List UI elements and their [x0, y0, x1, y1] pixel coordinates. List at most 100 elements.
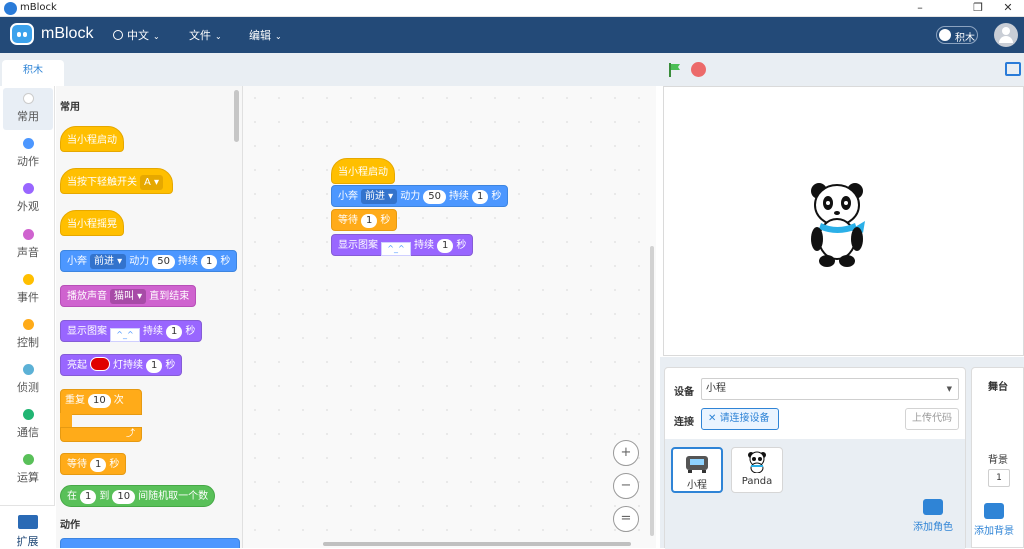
green-flag-icon[interactable]: [667, 62, 683, 78]
block-motion-partial[interactable]: [60, 538, 240, 548]
workspace-vscrollbar[interactable]: [650, 246, 654, 536]
plug-icon: ✕: [708, 413, 720, 424]
block-play-sound[interactable]: 播放声音 猫叫 ▾ 直到结束: [60, 285, 197, 307]
power-input[interactable]: 50: [423, 190, 446, 204]
block-text: 小奔: [67, 256, 87, 267]
wait-input[interactable]: 1: [90, 458, 107, 472]
background-count: 1: [988, 469, 1010, 487]
fullscreen-icon[interactable]: [1005, 62, 1021, 76]
category-control[interactable]: 控制: [3, 314, 53, 356]
script-when-start[interactable]: 当小程启动: [331, 158, 395, 184]
block-repeat[interactable]: 重复 10 次 ⤴: [60, 389, 142, 442]
direction-value: 前进: [365, 191, 385, 202]
face-pattern-icon[interactable]: ^_^: [381, 242, 411, 256]
edit-menu[interactable]: 编辑 ⌄: [249, 27, 282, 43]
category-looks[interactable]: 外观: [3, 178, 53, 220]
random-to-input[interactable]: 10: [112, 490, 136, 504]
palette-section-motion: 动作: [60, 520, 80, 531]
minimize-button[interactable]: –: [905, 0, 935, 17]
device-card-xiaocheng[interactable]: 小程: [671, 447, 723, 493]
category-dot-icon: [22, 138, 34, 149]
language-label: 中文: [127, 29, 149, 42]
device-select[interactable]: 小程 ▼: [701, 378, 959, 400]
block-when-touch[interactable]: 当按下轻触开关 A ▾: [60, 168, 174, 194]
category-label: 动作: [17, 155, 39, 168]
random-from-input[interactable]: 1: [80, 490, 97, 504]
block-random[interactable]: 在 1 到 10 间随机取一个数: [60, 485, 216, 507]
user-avatar[interactable]: [994, 23, 1018, 47]
sound-dropdown[interactable]: 猫叫 ▾: [110, 289, 147, 304]
chevron-down-icon: ⌄: [275, 32, 282, 41]
category-label: 通信: [17, 426, 39, 439]
duration-input[interactable]: 1: [146, 359, 163, 373]
workspace-hscrollbar[interactable]: [323, 542, 631, 546]
upload-code-button[interactable]: 上传代码: [905, 408, 959, 430]
block-wait[interactable]: 等待 1 秒: [60, 453, 127, 475]
script-workspace[interactable]: 当小程启动 小奔 前进 ▾ 动力 50 持续 1 秒 等待 1 秒 显示图案 ^_^ 持续 1 秒 + …: [243, 86, 656, 548]
menubar: mBlock 中文 ⌄ 文件 ⌄ 编辑 ⌄ 积木: [0, 17, 1024, 53]
repeat-count-input[interactable]: 10: [88, 394, 111, 408]
category-sound[interactable]: 声音: [3, 224, 53, 266]
stage-panel: 舞台 背景 1 添加背景: [971, 367, 1024, 548]
extensions-label: 扩展: [16, 535, 39, 548]
face-pattern-icon[interactable]: ^_^: [110, 328, 140, 342]
block-light-on[interactable]: 亮起 灯持续 1 秒: [60, 354, 183, 376]
block-text: 秒: [165, 360, 176, 371]
zoom-out-button[interactable]: −: [613, 473, 639, 499]
category-comm[interactable]: 通信: [3, 404, 53, 446]
category-label: 侦测: [17, 381, 39, 394]
duration-input[interactable]: 1: [200, 255, 218, 269]
device-card-panda[interactable]: Panda: [731, 447, 783, 493]
block-move[interactable]: 小奔 前进 ▾ 动力 50 持续 1 秒: [60, 250, 238, 272]
script-show-pattern[interactable]: 显示图案 ^_^ 持续 1 秒: [331, 234, 474, 256]
add-background-button[interactable]: 添加背景: [974, 503, 1014, 537]
led-color-swatch[interactable]: [90, 357, 110, 371]
script-wait[interactable]: 等待 1 秒: [331, 209, 398, 231]
touch-value: A: [144, 177, 151, 188]
extensions-button[interactable]: 扩展: [0, 505, 55, 548]
panda-sprite[interactable]: [809, 181, 867, 267]
tab-blocks[interactable]: 积木: [2, 60, 64, 86]
zoom-in-button[interactable]: +: [613, 440, 639, 466]
file-menu[interactable]: 文件 ⌄: [189, 27, 222, 43]
script-move[interactable]: 小奔 前进 ▾ 动力 50 持续 1 秒: [331, 185, 509, 207]
direction-value: 前进: [94, 256, 114, 267]
maximize-button[interactable]: ❐: [963, 0, 993, 17]
block-text: 等待: [67, 459, 87, 470]
block-text: 秒: [220, 256, 231, 267]
sound-value: 猫叫: [114, 291, 134, 302]
duration-input[interactable]: 1: [471, 190, 489, 204]
zoom-reset-button[interactable]: =: [613, 506, 639, 532]
mode-toggle[interactable]: 积木: [936, 26, 978, 44]
language-menu[interactable]: 中文 ⌄: [113, 27, 160, 43]
category-events[interactable]: 事件: [3, 269, 53, 311]
power-input[interactable]: 50: [152, 255, 175, 269]
direction-dropdown[interactable]: 前进 ▾: [90, 254, 127, 269]
device-panel: 设备 小程 ▼ 连接 ✕ 请连接设备 上传代码 小程 Panda 添加角色: [664, 367, 966, 549]
category-sensing[interactable]: 侦测: [3, 359, 53, 401]
category-common[interactable]: 常用: [3, 88, 53, 130]
duration-input[interactable]: 1: [437, 239, 454, 253]
duration-input[interactable]: 1: [166, 325, 183, 339]
block-text: 当小程启动: [67, 135, 117, 146]
category-operators[interactable]: 运算: [3, 449, 53, 491]
block-text: 重复: [65, 395, 85, 406]
block-when-start[interactable]: 当小程启动: [60, 126, 124, 152]
category-motion[interactable]: 动作: [3, 133, 53, 175]
palette-scrollbar[interactable]: [234, 90, 239, 142]
block-when-shake[interactable]: 当小程摇晃: [60, 210, 124, 236]
stage-canvas[interactable]: [663, 86, 1024, 356]
category-dot-icon: [22, 409, 34, 420]
close-button[interactable]: ✕: [993, 0, 1023, 17]
wait-input[interactable]: 1: [361, 214, 378, 228]
category-label: 声音: [17, 246, 39, 259]
direction-dropdown[interactable]: 前进 ▾: [361, 189, 398, 204]
block-show-pattern[interactable]: 显示图案 ^_^ 持续 1 秒: [60, 320, 203, 342]
connect-device-button[interactable]: ✕ 请连接设备: [701, 408, 779, 430]
add-sprite-button[interactable]: 添加角色: [913, 499, 953, 533]
stop-icon[interactable]: [691, 62, 706, 77]
touch-dropdown[interactable]: A ▾: [140, 175, 164, 190]
add-sprite-icon: [923, 499, 943, 515]
device-value: 小程: [706, 383, 726, 394]
category-dot-icon: [22, 274, 34, 285]
